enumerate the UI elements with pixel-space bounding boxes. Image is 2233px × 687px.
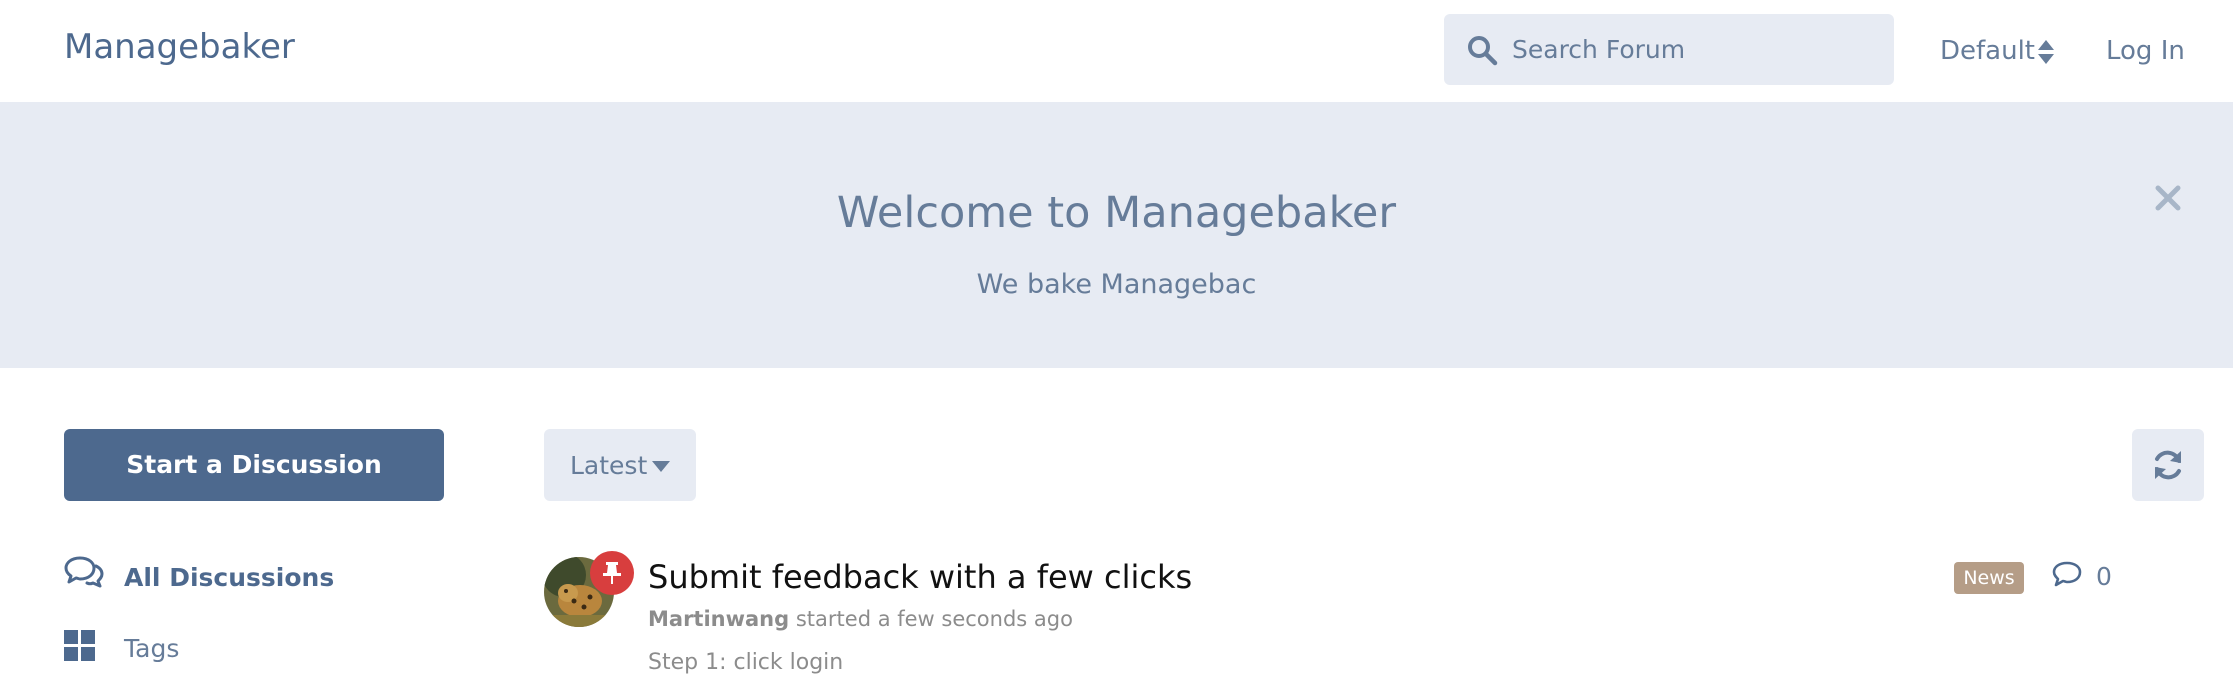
sidebar-item-label: All Discussions bbox=[124, 563, 335, 592]
comments-icon bbox=[64, 556, 104, 588]
welcome-hero: Welcome to Managebaker We bake Managebac bbox=[0, 102, 2233, 368]
discussion-meta: Martinwang started a few seconds ago bbox=[648, 607, 1073, 631]
thumbtack-icon bbox=[603, 562, 621, 584]
sidebar-item-label: Tags bbox=[124, 634, 180, 663]
hero-subtitle: We bake Managebac bbox=[976, 269, 1257, 300]
search-icon bbox=[1468, 36, 1498, 66]
close-icon[interactable] bbox=[2152, 182, 2184, 214]
sort-updown-icon bbox=[2038, 40, 2054, 64]
discussion-title[interactable]: Submit feedback with a few clicks bbox=[648, 558, 1192, 596]
discussion-author[interactable]: Martinwang bbox=[648, 607, 789, 631]
login-link[interactable]: Log In bbox=[2106, 36, 2185, 66]
discussion-started: started a few seconds ago bbox=[795, 607, 1073, 631]
hero-title: Welcome to Managebaker bbox=[836, 188, 1397, 238]
brand-logo[interactable]: Managebaker bbox=[64, 27, 295, 67]
sort-label: Latest bbox=[570, 451, 648, 480]
header: Managebaker Search Forum Default Log In bbox=[0, 0, 2233, 102]
sort-dropdown[interactable]: Latest bbox=[544, 429, 696, 501]
refresh-button[interactable] bbox=[2132, 429, 2204, 501]
search-input[interactable]: Search Forum bbox=[1444, 14, 1894, 85]
grid-icon bbox=[64, 630, 95, 661]
tag-badge-news[interactable]: News bbox=[1954, 562, 2024, 594]
locale-label: Default bbox=[1940, 36, 2035, 66]
search-placeholder: Search Forum bbox=[1512, 35, 1686, 64]
pinned-badge bbox=[590, 551, 634, 595]
refresh-icon bbox=[2155, 450, 2181, 480]
discussion-excerpt: Step 1: click login bbox=[648, 650, 844, 675]
start-discussion-button[interactable]: Start a Discussion bbox=[64, 429, 444, 501]
reply-count: 0 bbox=[2096, 562, 2112, 591]
comment-icon bbox=[2052, 561, 2082, 587]
caret-down-icon bbox=[652, 461, 670, 472]
